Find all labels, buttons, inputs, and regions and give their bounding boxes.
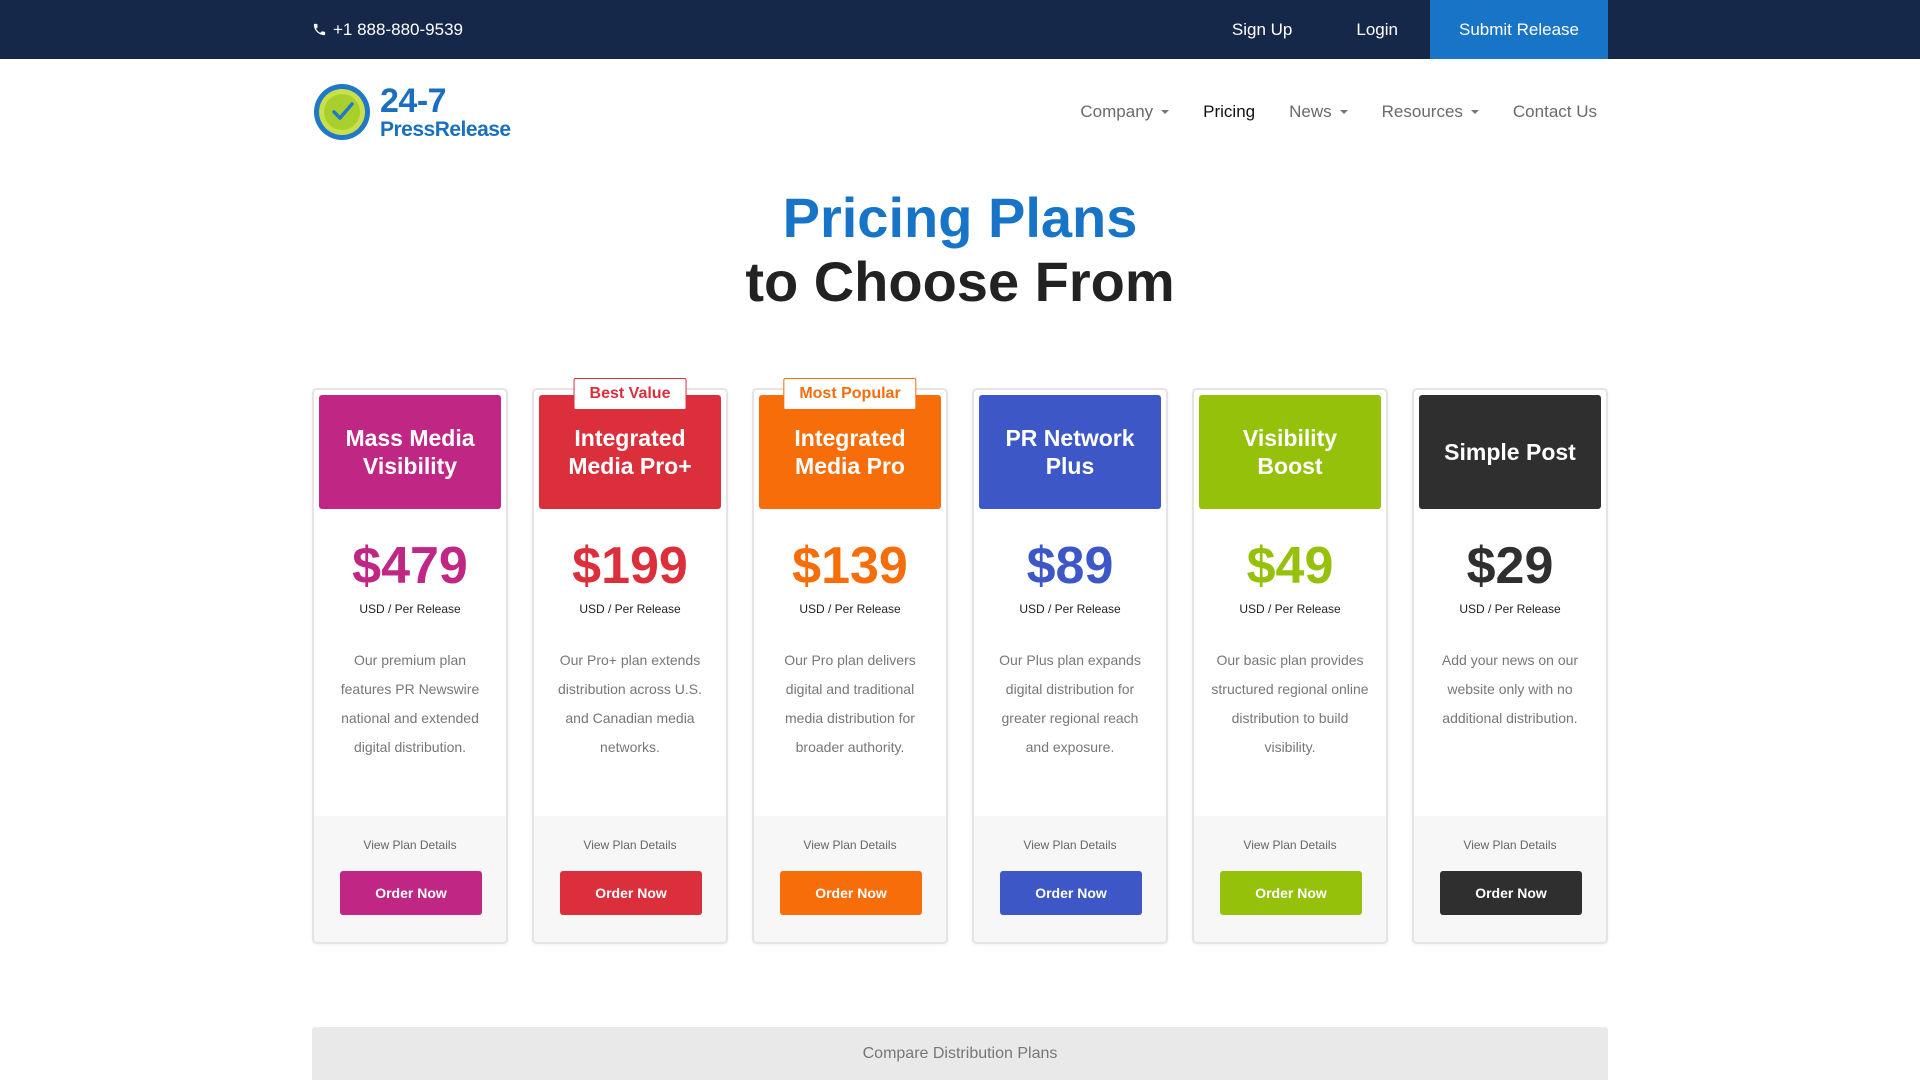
- title-line-2: to Choose From: [745, 250, 1175, 313]
- submit-release-button[interactable]: Submit Release: [1430, 0, 1608, 59]
- view-plan-details-link[interactable]: View Plan Details: [1194, 838, 1386, 852]
- order-now-button[interactable]: Order Now: [1440, 871, 1582, 915]
- phone-icon: [313, 23, 326, 36]
- plan-footer: View Plan Details Order Now: [974, 816, 1166, 942]
- phone-link[interactable]: +1 888-880-9539: [312, 20, 463, 40]
- logo[interactable]: 24-7 PressRelease: [312, 82, 511, 142]
- view-plan-details-link[interactable]: View Plan Details: [534, 838, 726, 852]
- page-title: Pricing Plans to Choose From: [0, 186, 1920, 314]
- plan-ribbon: Most Popular: [783, 378, 917, 410]
- nav-news[interactable]: News: [1272, 102, 1365, 122]
- plan-description: Our Plus plan expands digital distributi…: [999, 652, 1141, 755]
- plan-price-unit: USD / Per Release: [1019, 602, 1121, 616]
- caret-down-icon: [1339, 110, 1348, 114]
- plan-name: Mass Media Visibility: [319, 395, 501, 509]
- plan-card: Mass Media Visibility $479 USD / Per Rel…: [312, 388, 508, 944]
- view-plan-details-link[interactable]: View Plan Details: [314, 838, 506, 852]
- view-plan-details-link[interactable]: View Plan Details: [974, 838, 1166, 852]
- nav-resources[interactable]: Resources: [1365, 102, 1496, 122]
- plan-card: Integrated Media Pro+ Best Value $199 US…: [532, 378, 728, 944]
- plan-description: Our basic plan provides structured regio…: [1211, 652, 1369, 755]
- nav-pricing[interactable]: Pricing: [1186, 102, 1272, 122]
- plan-description: Our premium plan features PR Newswire na…: [340, 652, 480, 755]
- top-bar: +1 888-880-9539 Sign Up Login Submit Rel…: [0, 0, 1920, 59]
- phone-number: +1 888-880-9539: [333, 19, 463, 39]
- plan-description: Our Pro plan delivers digital and tradit…: [784, 652, 916, 755]
- plan-footer: View Plan Details Order Now: [314, 816, 506, 942]
- plan-description: Our Pro+ plan extends distribution acros…: [558, 652, 702, 755]
- order-now-button[interactable]: Order Now: [1000, 871, 1142, 915]
- sign-up-link[interactable]: Sign Up: [1200, 20, 1324, 40]
- plan-card: Integrated Media Pro Most Popular $139 U…: [752, 378, 948, 944]
- nav-company-label: Company: [1080, 102, 1154, 121]
- plan-name: Simple Post: [1419, 395, 1601, 509]
- main-nav: Company Pricing News Resources Contact U…: [1063, 102, 1608, 122]
- nav-company[interactable]: Company: [1063, 102, 1186, 122]
- plan-price: $29: [1466, 537, 1554, 595]
- plan-name: PR Network Plus: [979, 395, 1161, 509]
- caret-down-icon: [1161, 110, 1170, 114]
- nav-contact[interactable]: Contact Us: [1496, 102, 1608, 122]
- plan-price-unit: USD / Per Release: [799, 602, 901, 616]
- logo-text-top: 24-7: [380, 82, 447, 120]
- plan-price-unit: USD / Per Release: [359, 602, 461, 616]
- plan-card: Simple Post $29 USD / Per Release Add yo…: [1412, 388, 1608, 944]
- clock-logo-icon: [314, 84, 370, 140]
- plan-price: $199: [572, 537, 688, 595]
- nav-resources-label: Resources: [1381, 102, 1463, 121]
- plan-name: Integrated Media Pro+: [539, 395, 721, 509]
- plan-description: Add your news on our website only with n…: [1441, 652, 1579, 726]
- compare-plans-button[interactable]: Compare Distribution Plans: [312, 1027, 1608, 1080]
- plan-price: $89: [1026, 537, 1114, 595]
- login-link[interactable]: Login: [1324, 20, 1430, 40]
- plan-price: $139: [792, 537, 908, 595]
- plan-name: Visibility Boost: [1199, 395, 1381, 509]
- plan-footer: View Plan Details Order Now: [1414, 816, 1606, 942]
- nav-pricing-label: Pricing: [1203, 102, 1256, 121]
- title-line-1: Pricing Plans: [782, 186, 1138, 249]
- top-links: Sign Up Login Submit Release: [1200, 0, 1608, 59]
- logo-text-bottom: PressRelease: [380, 118, 511, 141]
- plan-footer: View Plan Details Order Now: [1194, 816, 1386, 942]
- nav-contact-label: Contact Us: [1512, 102, 1597, 121]
- plan-price-unit: USD / Per Release: [579, 602, 681, 616]
- nav-news-label: News: [1289, 102, 1332, 121]
- caret-down-icon: [1470, 110, 1479, 114]
- order-now-button[interactable]: Order Now: [340, 871, 482, 915]
- order-now-button[interactable]: Order Now: [560, 871, 702, 915]
- view-plan-details-link[interactable]: View Plan Details: [754, 838, 946, 852]
- plan-card: PR Network Plus $89 USD / Per Release Ou…: [972, 388, 1168, 944]
- order-now-button[interactable]: Order Now: [780, 871, 922, 915]
- plan-footer: View Plan Details Order Now: [534, 816, 726, 942]
- view-plan-details-link[interactable]: View Plan Details: [1414, 838, 1606, 852]
- plan-ribbon: Best Value: [573, 378, 687, 410]
- plan-name: Integrated Media Pro: [759, 395, 941, 509]
- pricing-cards: Mass Media Visibility $479 USD / Per Rel…: [312, 378, 1608, 944]
- plan-price: $479: [352, 537, 468, 595]
- order-now-button[interactable]: Order Now: [1220, 871, 1362, 915]
- plan-price-unit: USD / Per Release: [1239, 602, 1341, 616]
- plan-card: Visibility Boost $49 USD / Per Release O…: [1192, 388, 1388, 944]
- plan-price: $49: [1246, 537, 1334, 595]
- plan-footer: View Plan Details Order Now: [754, 816, 946, 942]
- plan-price-unit: USD / Per Release: [1459, 602, 1561, 616]
- site-header: 24-7 PressRelease Company Pricing News R…: [312, 59, 1608, 165]
